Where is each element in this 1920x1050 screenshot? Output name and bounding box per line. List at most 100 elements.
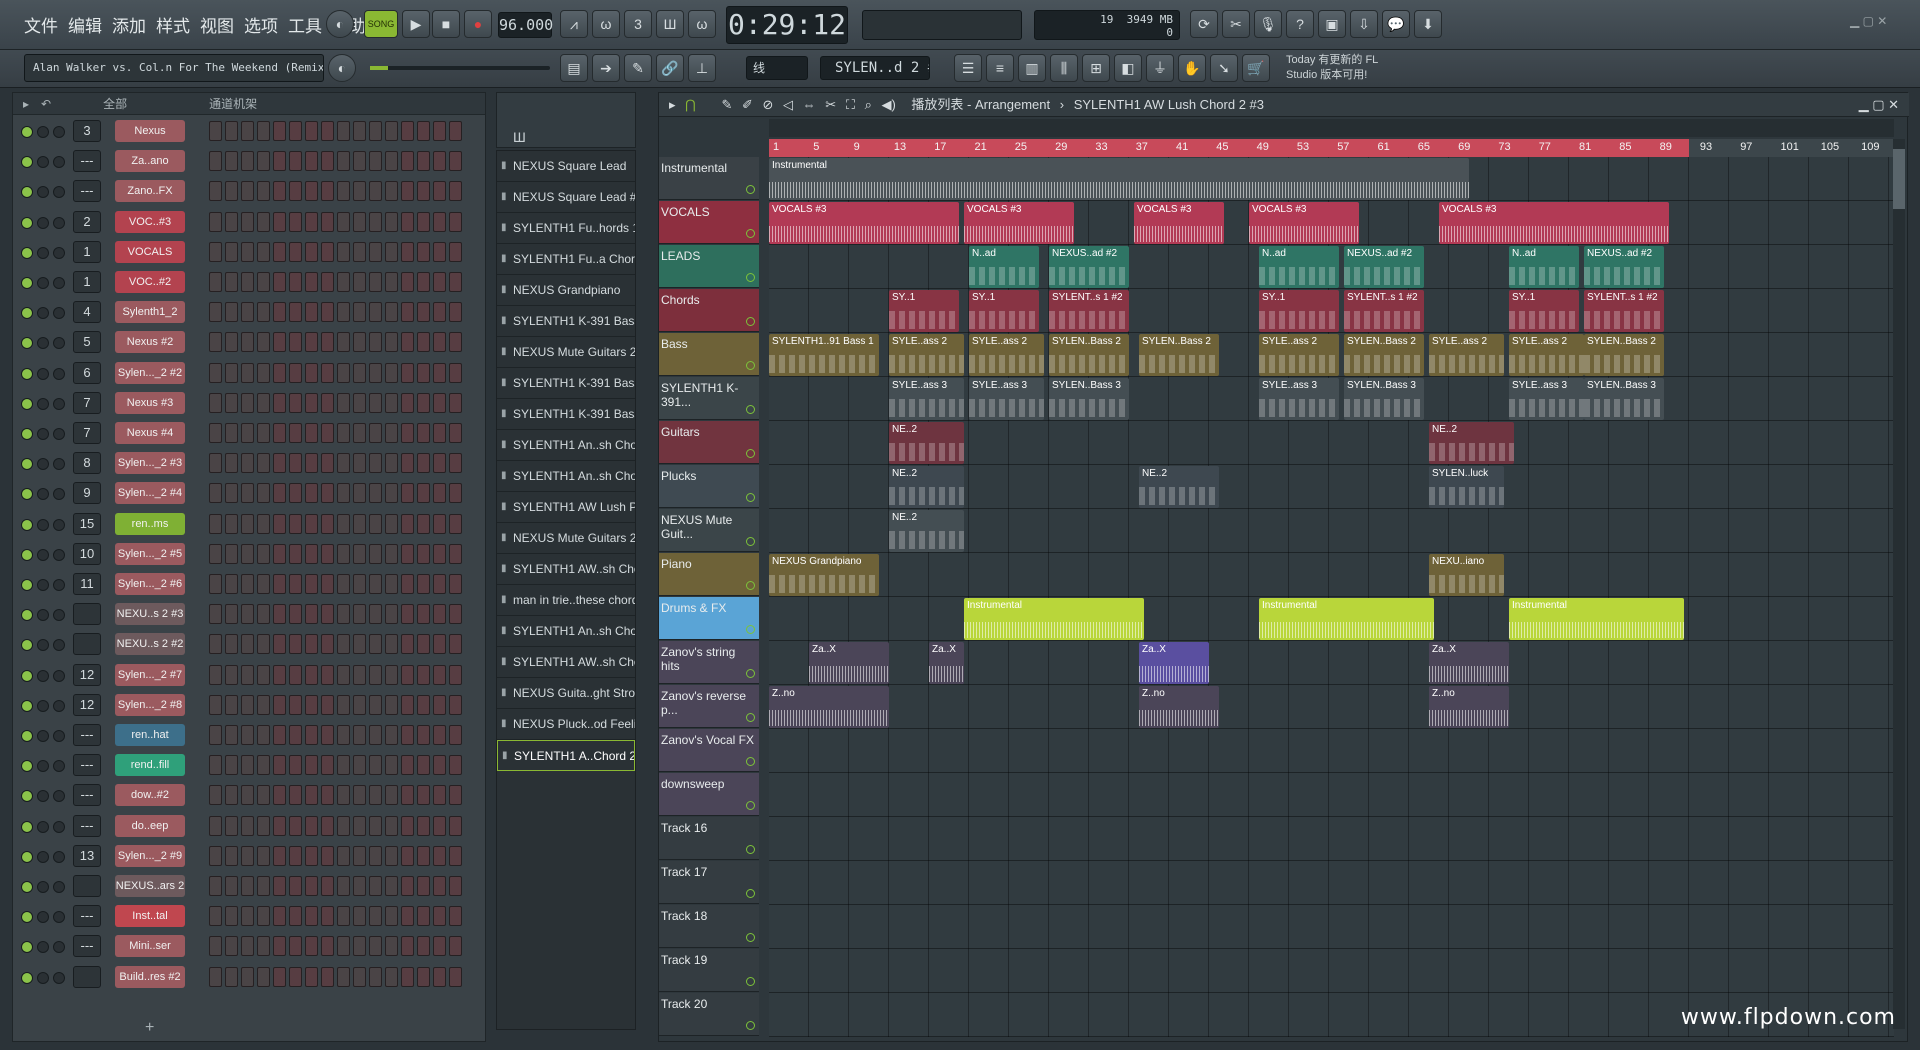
channel-rack-button[interactable]: ▥ [1018,54,1046,82]
channel-mixer-track[interactable]: 12 [73,663,101,686]
channel-row[interactable]: 12 Sylen..._2 #8 [13,691,487,721]
playlist-clip[interactable]: SYLEN..Bass 3 [1584,378,1664,420]
channel-led[interactable] [21,216,33,229]
playlist-clip[interactable]: SY..1 [1259,290,1339,332]
channel-row[interactable]: 11 Sylen..._2 #6 [13,570,487,600]
channel-led[interactable] [21,367,33,380]
channel-led[interactable] [21,277,33,289]
channel-name-button[interactable]: VOC..#3 [115,210,185,233]
piano-roll-view-button[interactable]: ≡ [986,54,1014,82]
track-header[interactable]: Track 17 [659,861,759,904]
channel-volume-knob[interactable] [53,579,65,591]
channel-mixer-track[interactable]: 1 [73,271,101,293]
track-mute-indicator[interactable] [746,581,755,590]
channel-mixer-track[interactable]: --- [73,150,101,173]
channel-name-button[interactable]: NEXUS..ars 2 [115,875,185,897]
channel-name-button[interactable]: do..eep [115,814,185,837]
channel-row[interactable]: --- rend..fill [13,751,487,781]
channel-row[interactable]: --- dow..#2 [13,781,487,811]
channel-volume-knob[interactable] [53,277,65,289]
playlist-clip[interactable]: Instrumental [769,158,1469,200]
menu-patterns[interactable]: 样式 [156,12,190,37]
channel-volume-knob[interactable] [53,850,65,863]
channel-led[interactable] [21,669,33,682]
channel-mixer-track[interactable]: 10 [73,542,101,565]
playlist-clip[interactable]: NEXUS..ad #2 [1584,246,1664,288]
step-sequencer[interactable] [209,241,462,262]
channel-pan-knob[interactable] [37,337,49,350]
playlist-clip[interactable]: SY..1 [889,290,959,332]
step-sequencer[interactable] [209,906,462,927]
channel-name-button[interactable]: Sylen..._2 #6 [115,573,185,595]
channel-name-button[interactable]: Nexus #2 [115,331,185,354]
track-header[interactable]: Track 18 [659,905,759,948]
track-header[interactable]: Track 19 [659,949,759,992]
track-mute-indicator[interactable] [746,229,755,238]
playback-tool-icon[interactable]: ◀) [881,97,895,112]
playlist-clip[interactable]: SYLEN..Bass 2 [1139,334,1219,376]
track-mute-indicator[interactable] [746,493,755,502]
channel-pan-knob[interactable] [37,971,49,984]
picker-item[interactable]: SYLENTH1 An..sh Chords [497,461,635,492]
metronome-button[interactable]: ⩘ [560,10,588,38]
zoom-tool-icon[interactable]: ⌕ [865,97,872,112]
channel-mixer-track[interactable]: 9 [73,482,101,505]
channel-row[interactable]: --- Zano..FX [13,177,487,207]
channel-led[interactable] [21,820,33,833]
track-header[interactable]: Bass [659,333,759,376]
menu-options[interactable]: 选项 [244,12,278,37]
picker-item[interactable]: NEXUS Guita..ght Strokes [497,678,635,709]
channel-pan-knob[interactable] [37,397,49,410]
brush-tool-icon[interactable]: ✐ [742,97,753,112]
channel-pan-knob[interactable] [37,307,49,320]
export-button[interactable]: ⇩ [1350,10,1378,38]
mute-tool-icon[interactable]: ◁ [783,97,793,112]
channel-mixer-track[interactable]: --- [73,754,101,777]
channel-led[interactable] [21,307,33,320]
step-sequencer[interactable] [209,845,462,866]
channel-mixer-track[interactable]: 15 [73,512,101,535]
picker-item[interactable]: NEXUS Square Lead #2 [497,182,635,213]
channel-row[interactable]: 15 ren..ms [13,510,487,540]
playlist-clip[interactable]: NEXUS Grandpiano [769,554,879,596]
step-sequencer[interactable] [209,966,462,987]
channel-led[interactable] [21,186,33,199]
channel-name-button[interactable]: Build..res #2 [115,965,185,988]
channel-volume-knob[interactable] [53,911,65,924]
picker-item[interactable]: SYLENTH1 Fu..a Chords 1 [497,244,635,275]
channel-pan-knob[interactable] [37,639,49,652]
track-header[interactable]: VOCALS [659,201,759,244]
picker-item[interactable]: SYLENTH1 K-391 Bass 2 [497,368,635,399]
news-panel[interactable]: Today 有更新的 FL Studio 版本可用! [1286,53,1446,83]
playlist-clip[interactable]: Z..no [769,686,889,728]
track-header[interactable]: Zanov's reverse p... [659,685,759,728]
playlist-clip[interactable]: N..ad [1259,246,1339,288]
time-display[interactable]: 0:29:12 [726,6,848,44]
track-header[interactable]: Drums & FX [659,597,759,640]
track-mute-indicator[interactable] [746,669,755,678]
channel-pan-knob[interactable] [37,699,49,712]
playlist-clip[interactable]: SYLE..ass 2 [1259,334,1339,376]
playlist-clip[interactable]: SYLEN..Bass 3 [1344,378,1424,420]
channel-pan-knob[interactable] [37,669,49,682]
track-header[interactable]: Guitars [659,421,759,464]
channel-volume-knob[interactable] [53,699,65,712]
channel-led[interactable] [21,730,33,742]
playlist-clip[interactable]: SYLE..ass 2 [889,334,964,376]
step-sequencer[interactable] [209,936,462,957]
step-sequencer[interactable] [209,392,462,413]
playlist-clip[interactable]: SYLE..ass 2 [1429,334,1504,376]
picker-item[interactable]: SYLENTH1 Fu..hords 1 #2 [497,213,635,244]
channel-row[interactable]: 10 Sylen..._2 #5 [13,540,487,570]
playlist-clip[interactable]: SYLEN..Bass 3 [1049,378,1129,420]
window-controls[interactable]: ▁ ▢ ✕ [1850,14,1887,28]
playlist-clip[interactable]: Za..X [809,642,889,684]
playlist-clip[interactable]: SYLE..ass 3 [969,378,1044,420]
stop-button[interactable]: ■ [432,10,460,38]
step-sequencer[interactable] [209,453,462,474]
track-header[interactable]: Zanov's string hits [659,641,759,684]
step-sequencer[interactable] [209,423,462,443]
channel-row[interactable]: 7 Nexus #3 [13,389,487,419]
channel-led[interactable] [21,488,33,501]
channel-name-button[interactable]: NEXU..s 2 #3 [115,603,185,626]
